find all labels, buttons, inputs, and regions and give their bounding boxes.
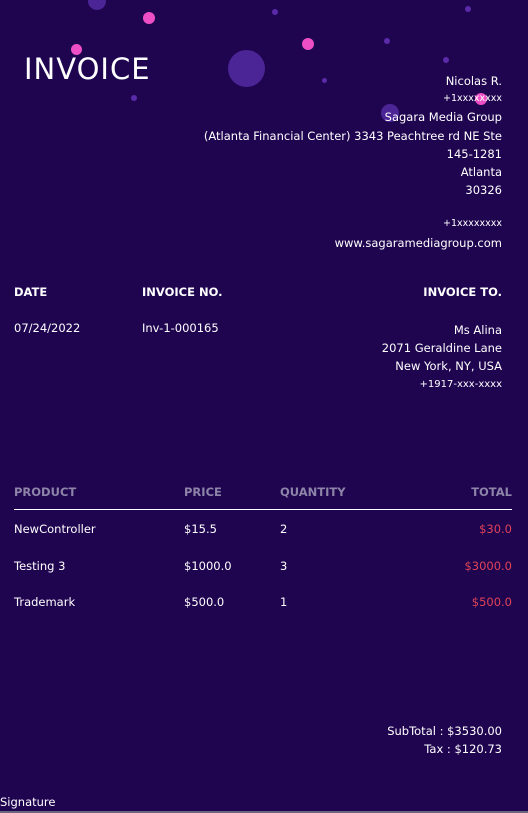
- tax: Tax : $120.73: [424, 742, 502, 757]
- sender-city: Atlanta: [460, 165, 502, 180]
- table-row: NewController $15.5 2 $30.0: [14, 510, 512, 547]
- sender-contact-phone: +1xxxxxxxx: [443, 218, 502, 230]
- decorative-dot: [465, 6, 471, 12]
- sender-zip: 30326: [465, 183, 502, 198]
- sender-address-line1: (Atlanta Financial Center) 3343 Peachtre…: [203, 128, 502, 143]
- bill-to-name: Ms Alina: [453, 323, 502, 337]
- row-quantity: 1: [280, 595, 288, 609]
- column-header-product: PRODUCT: [14, 485, 77, 499]
- decorative-dot: [272, 9, 278, 15]
- row-total: $500.0: [471, 595, 512, 609]
- decorative-dot: [443, 57, 449, 63]
- decorative-dot: [384, 38, 390, 44]
- invoice-page: INVOICE Nicolas R. +1xxxxxxxx Sagara Med…: [0, 0, 528, 813]
- column-header-price: PRICE: [184, 485, 222, 499]
- invoice-to-label: INVOICE TO.: [423, 285, 502, 299]
- date-label: DATE: [14, 285, 48, 299]
- row-price: $1000.0: [184, 558, 232, 573]
- date-value: 07/24/2022: [14, 321, 81, 335]
- subtotal: SubTotal : $3530.00: [387, 724, 502, 738]
- row-quantity: 2: [280, 522, 288, 536]
- signature-label: Signature: [0, 795, 56, 809]
- decorative-dot: [131, 95, 137, 101]
- column-header-quantity: QUANTITY: [280, 485, 346, 499]
- sender-phone: +1xxxxxxxx: [443, 93, 502, 105]
- row-price: $15.5: [184, 522, 217, 536]
- row-price: $500.0: [184, 595, 225, 609]
- table-header: PRODUCT PRICE QUANTITY TOTAL: [14, 484, 512, 510]
- row-total: $3000.0: [464, 558, 512, 573]
- bill-to-block: Ms Alina 2071 Geraldine Lane New York, N…: [282, 321, 502, 394]
- row-product: Trademark: [14, 595, 76, 609]
- line-items-table: PRODUCT PRICE QUANTITY TOTAL NewControll…: [14, 484, 512, 620]
- table-row: Testing 3 $1000.0 3 $3000.0: [14, 547, 512, 584]
- sender-name: Nicolas R.: [445, 74, 502, 88]
- bill-to-street: 2071 Geraldine Lane: [381, 341, 502, 356]
- invoice-no-value: Inv-1-000165: [142, 321, 219, 335]
- sender-company: Sagara Media Group: [384, 110, 502, 125]
- sender-website: www.sagaramediagroup.com: [334, 235, 502, 250]
- sender-info: Nicolas R. +1xxxxxxxx Sagara Media Group…: [162, 72, 502, 252]
- column-header-total: TOTAL: [471, 485, 512, 499]
- invoice-no-label: INVOICE NO.: [142, 285, 223, 299]
- row-quantity: 3: [280, 558, 288, 573]
- bill-to-city: New York, NY, USA: [395, 359, 502, 374]
- row-product: NewController: [14, 522, 96, 536]
- decorative-dot: [88, 0, 106, 10]
- table-row: Trademark $500.0 1 $500.0: [14, 583, 512, 620]
- row-product: Testing 3: [14, 558, 66, 573]
- totals-block: SubTotal : $3530.00 Tax : $120.73: [387, 722, 502, 758]
- sender-address-line2: 145-1281: [446, 146, 502, 161]
- invoice-title: INVOICE: [24, 52, 151, 86]
- bill-to-phone: +1917-xxx-xxxx: [419, 378, 502, 390]
- decorative-dot: [143, 12, 155, 24]
- decorative-dot: [302, 38, 314, 50]
- row-total: $30.0: [479, 522, 512, 536]
